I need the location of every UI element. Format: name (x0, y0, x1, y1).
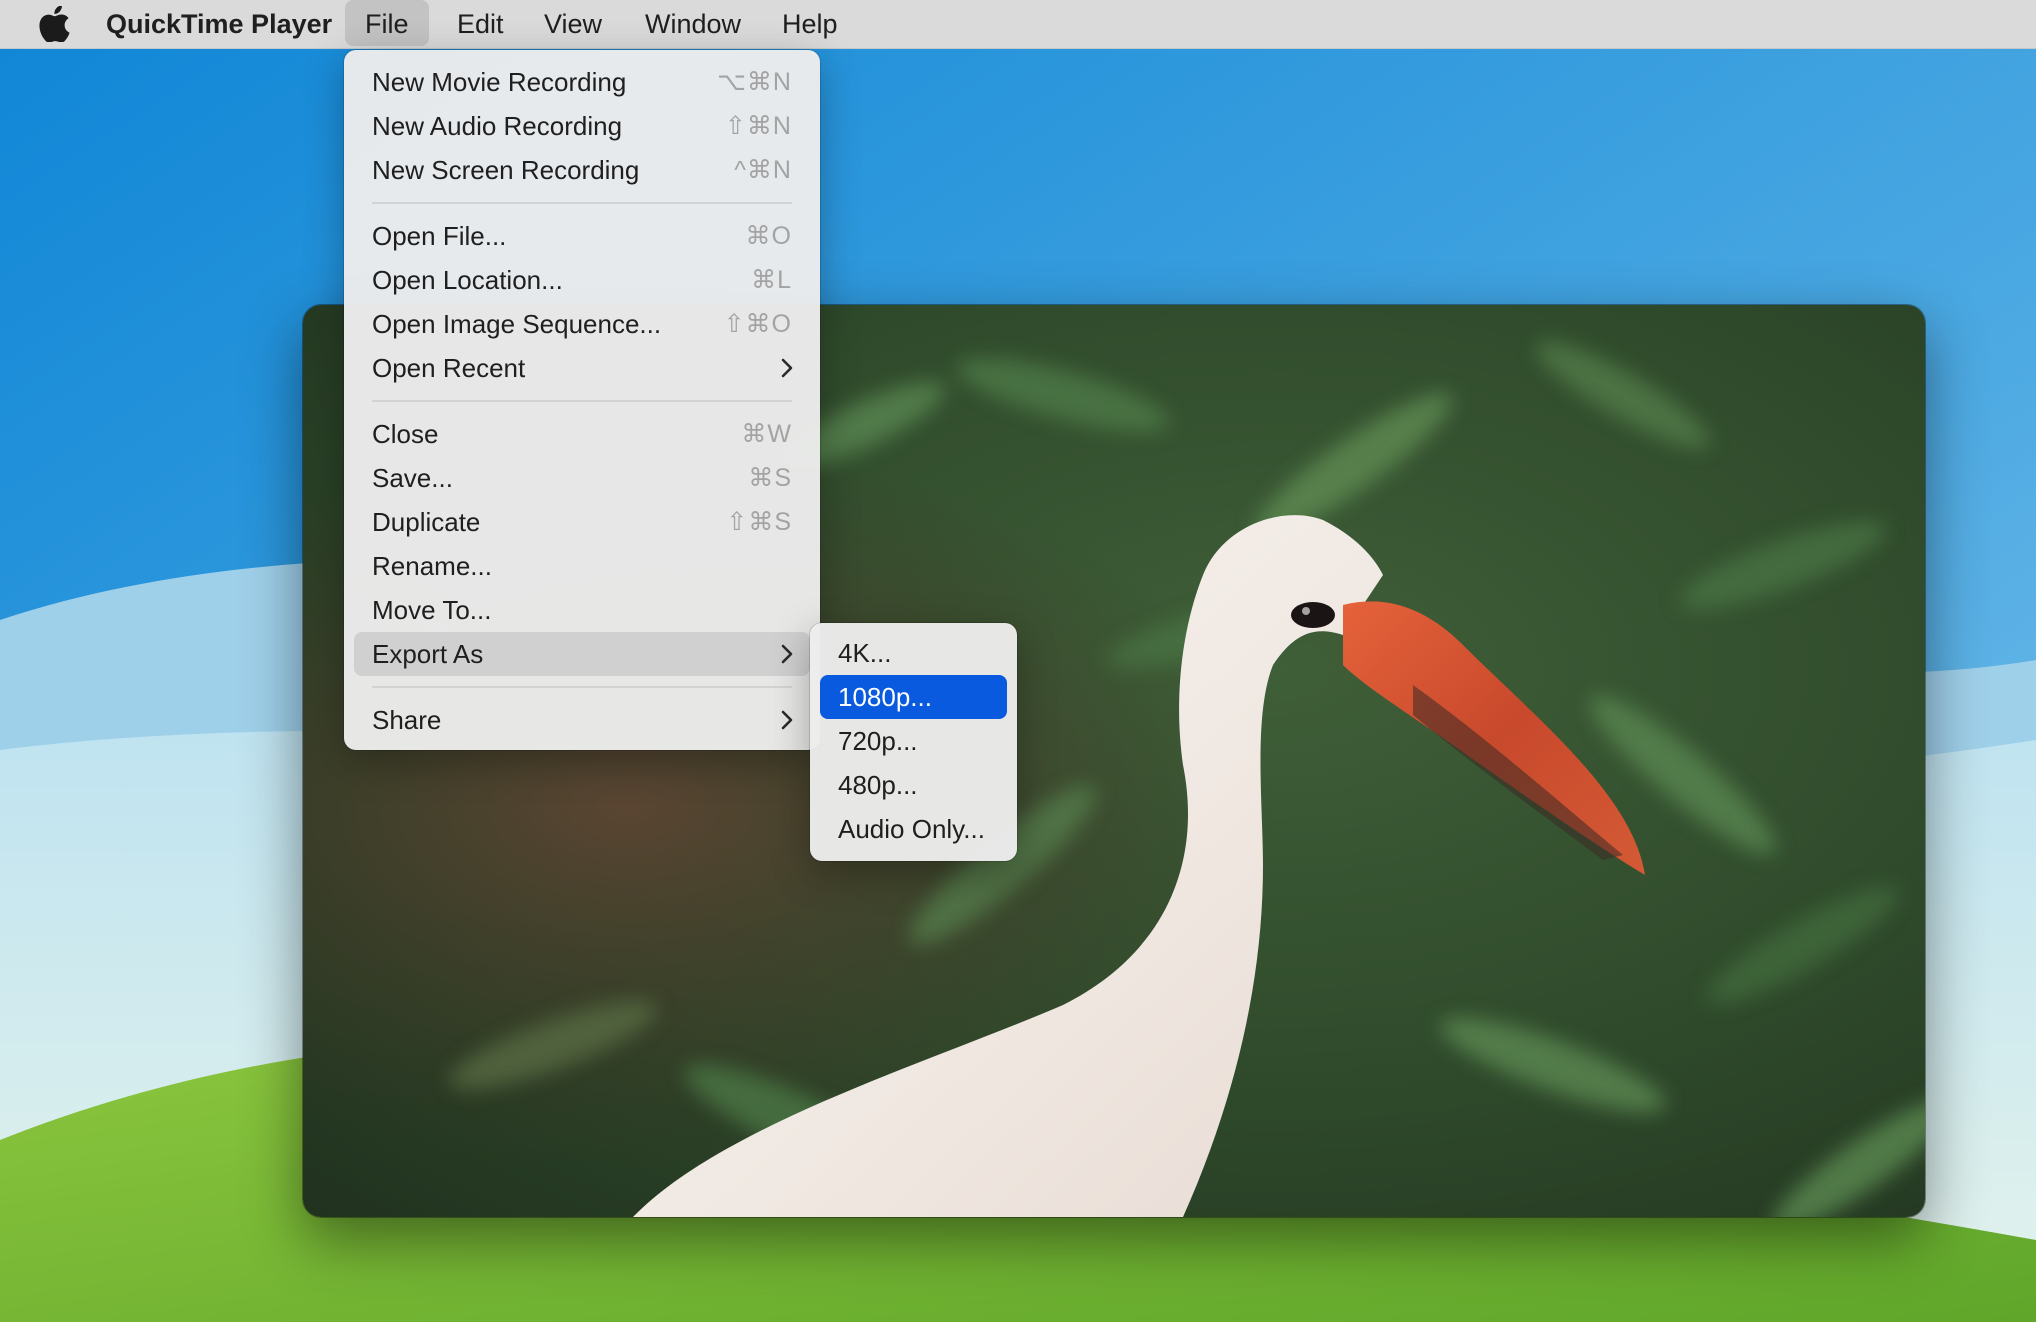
chevron-right-icon (781, 710, 793, 730)
export-as-submenu: 4K... 1080p... 720p... 480p... Audio Onl… (810, 623, 1017, 861)
menu-item-export-as[interactable]: Export As (354, 632, 810, 676)
menubar-view[interactable]: View (524, 0, 622, 48)
menubar-file[interactable]: File (345, 0, 429, 46)
menu-bar: QuickTime Player File Edit View Window H… (0, 0, 2036, 49)
menu-item-label: 480p... (838, 770, 918, 800)
menu-item-label: 4K... (838, 638, 892, 668)
menu-item-new-movie-recording[interactable]: New Movie Recording ⌥⌘N (354, 60, 810, 104)
shortcut: ⌥⌘N (717, 68, 792, 96)
menu-item-label: Open Image Sequence... (372, 309, 662, 339)
menubar-help[interactable]: Help (762, 0, 858, 48)
menu-item-save[interactable]: Save... ⌘S (354, 456, 810, 500)
menu-item-label: 720p... (838, 726, 918, 756)
file-menu: New Movie Recording ⌥⌘N New Audio Record… (344, 50, 820, 750)
menu-item-open-recent[interactable]: Open Recent (354, 346, 810, 390)
menu-item-label: Rename... (372, 551, 492, 581)
shortcut: ^⌘N (734, 156, 792, 184)
shortcut: ⇧⌘N (724, 112, 792, 140)
shortcut: ⌘L (751, 266, 792, 294)
submenu-item-720p[interactable]: 720p... (820, 719, 1007, 763)
menu-item-label: Close (372, 419, 439, 449)
submenu-item-1080p[interactable]: 1080p... (820, 675, 1007, 719)
chevron-right-icon (781, 644, 793, 664)
menu-item-label: New Movie Recording (372, 67, 627, 97)
menu-item-label: 1080p... (838, 682, 932, 712)
menu-separator (372, 686, 792, 688)
menu-item-label: Open Recent (372, 353, 526, 383)
menu-item-close[interactable]: Close ⌘W (354, 412, 810, 456)
menubar-app-name[interactable]: QuickTime Player (86, 0, 352, 48)
menu-item-label: Open Location... (372, 265, 563, 295)
menu-item-open-location[interactable]: Open Location... ⌘L (354, 258, 810, 302)
menu-item-share[interactable]: Share (354, 698, 810, 742)
submenu-item-4k[interactable]: 4K... (820, 631, 1007, 675)
menubar-window[interactable]: Window (625, 0, 761, 48)
menu-separator (372, 202, 792, 204)
menu-item-label: Move To... (372, 595, 492, 625)
menu-item-new-screen-recording[interactable]: New Screen Recording ^⌘N (354, 148, 810, 192)
menu-item-new-audio-recording[interactable]: New Audio Recording ⇧⌘N (354, 104, 810, 148)
menu-item-rename[interactable]: Rename... (354, 544, 810, 588)
menu-item-label: Share (372, 705, 442, 735)
menu-item-duplicate[interactable]: Duplicate ⇧⌘S (354, 500, 810, 544)
menu-item-open-image-sequence[interactable]: Open Image Sequence... ⇧⌘O (354, 302, 810, 346)
submenu-item-480p[interactable]: 480p... (820, 763, 1007, 807)
shortcut: ⌘W (741, 420, 792, 448)
menu-item-label: Audio Only... (838, 814, 985, 844)
menu-item-label: New Audio Recording (372, 111, 623, 141)
menu-item-label: Open File... (372, 221, 507, 251)
shortcut: ⌘S (748, 464, 792, 492)
chevron-right-icon (781, 358, 793, 378)
menu-item-open-file[interactable]: Open File... ⌘O (354, 214, 810, 258)
shortcut: ⌘O (745, 222, 792, 250)
menu-item-label: Export As (372, 639, 484, 669)
apple-logo[interactable] (38, 6, 70, 42)
menu-item-label: Save... (372, 463, 453, 493)
menubar-edit[interactable]: Edit (437, 0, 524, 48)
shortcut: ⇧⌘O (723, 310, 792, 338)
menu-item-label: Duplicate (372, 507, 481, 537)
menu-item-move-to[interactable]: Move To... (354, 588, 810, 632)
submenu-item-audio-only[interactable]: Audio Only... (820, 807, 1007, 851)
shortcut: ⇧⌘S (726, 508, 792, 536)
menu-separator (372, 400, 792, 402)
menu-item-label: New Screen Recording (372, 155, 640, 185)
